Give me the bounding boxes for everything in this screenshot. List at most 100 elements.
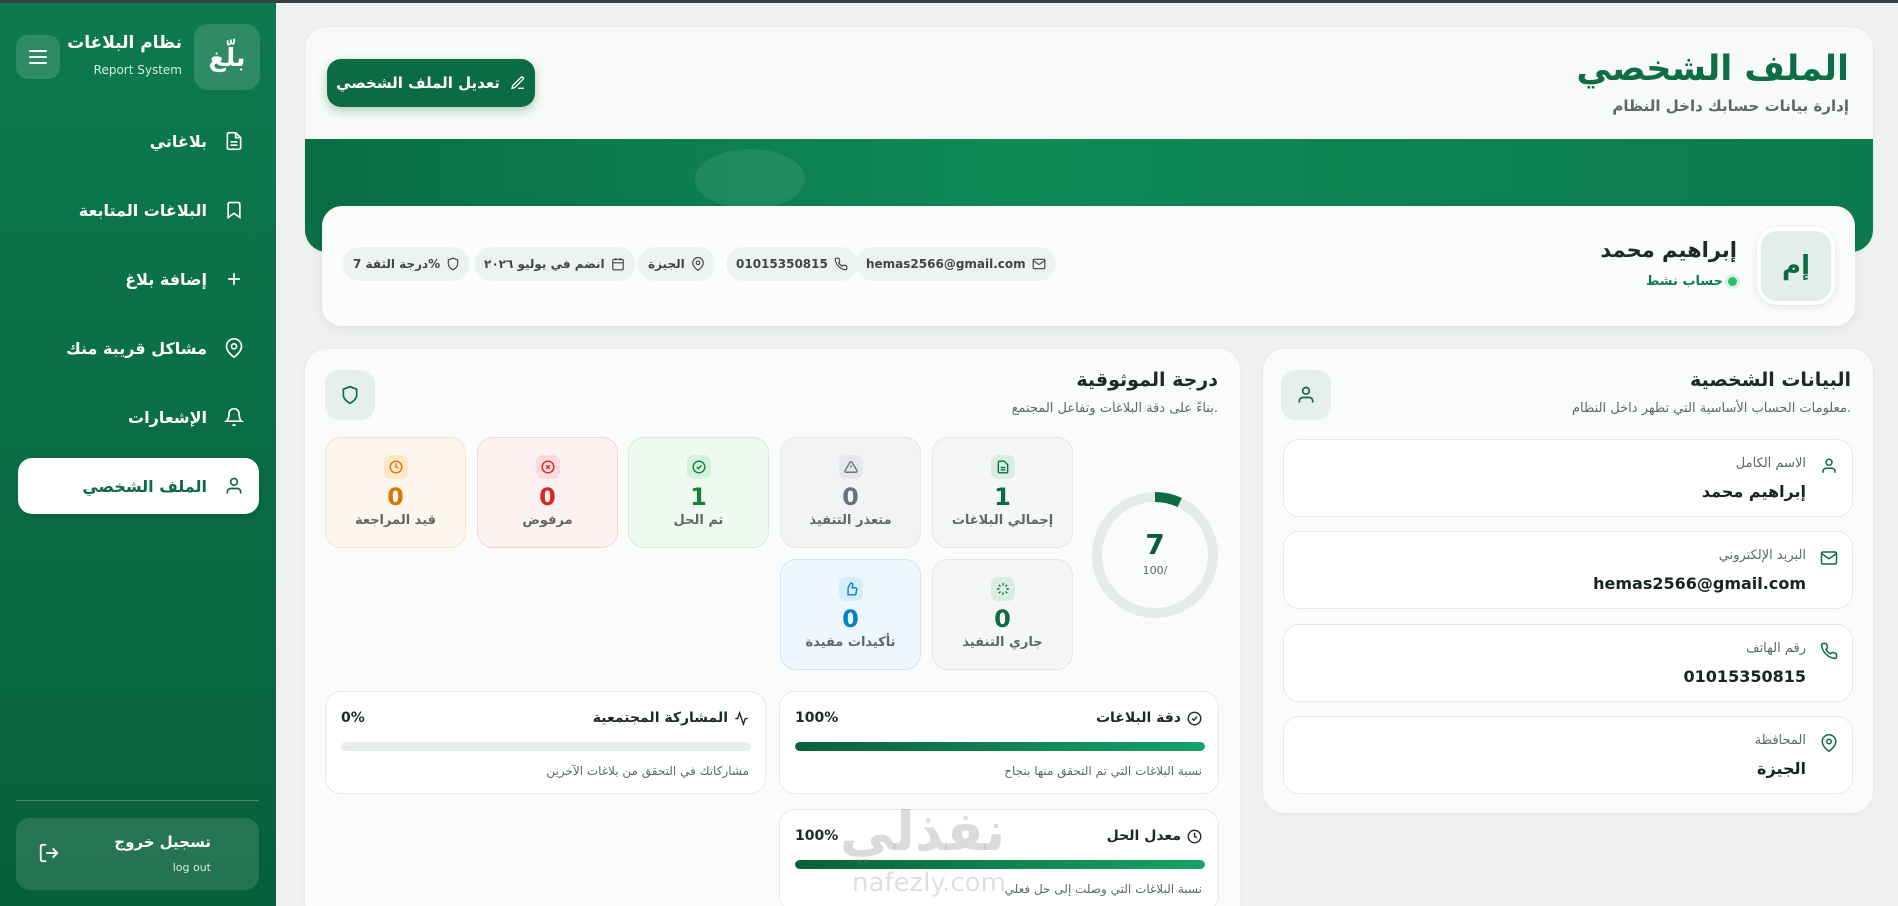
sidebar-item-label: مشاكل قريبة منك bbox=[66, 338, 207, 358]
stat-value: 1 bbox=[690, 483, 707, 511]
sidebar-item-nearby-problems[interactable]: مشاكل قريبة منك bbox=[18, 320, 259, 376]
x-circle-icon bbox=[535, 455, 560, 479]
trust-subtitle: بناءً على دقة البلاغات وتفاعل المجتمع. bbox=[1011, 401, 1218, 416]
check-circle-icon bbox=[1187, 711, 1202, 725]
governorate-field: المحافظة الجيزة bbox=[1283, 716, 1853, 794]
plus-icon bbox=[223, 268, 245, 290]
stat-value: 0 bbox=[387, 483, 404, 511]
app-subtitle: Report System bbox=[93, 63, 182, 77]
stat-under-review: 0 قيد المراجعة bbox=[325, 437, 466, 548]
stat-total-reports: 1 إجمالي البلاغات bbox=[932, 437, 1073, 548]
mail-icon bbox=[1032, 258, 1046, 270]
sidebar-divider bbox=[16, 800, 259, 801]
user-name: إبراهيم محمد bbox=[1600, 238, 1737, 262]
edit-profile-button[interactable]: تعديل الملف الشخصي bbox=[327, 59, 535, 107]
clock-icon bbox=[1187, 829, 1202, 843]
stat-label: مرفوض bbox=[522, 513, 573, 528]
stat-label: متعذر التنفيذ bbox=[809, 513, 892, 528]
sidebar-item-my-reports[interactable]: بلاغاتي bbox=[18, 113, 259, 169]
status-dot-icon bbox=[1728, 277, 1737, 286]
warning-icon bbox=[838, 455, 863, 479]
map-pin-icon bbox=[691, 257, 704, 271]
check-circle-icon bbox=[686, 455, 711, 479]
phone-field: رقم الهاتف 01015350815 bbox=[1283, 624, 1853, 702]
activity-icon bbox=[735, 710, 748, 726]
sidebar-item-label: بلاغاتي bbox=[149, 131, 207, 151]
user-icon bbox=[1281, 370, 1331, 420]
app-logo: بلّغ bbox=[194, 24, 260, 90]
profile-card: إم إبراهيم محمد حساب نشط hemas2566@gmail… bbox=[322, 206, 1855, 326]
menu-toggle-button[interactable] bbox=[16, 35, 60, 79]
location-chip-text: الجيزة bbox=[648, 257, 685, 271]
metric-progress-bar bbox=[341, 742, 751, 751]
shield-icon bbox=[325, 370, 375, 420]
trust-score-value: 7 bbox=[1145, 528, 1165, 561]
joined-chip-text: انضم في يوليو ٢٠٢٦ bbox=[484, 257, 605, 271]
sidebar-item-followed-reports[interactable]: البلاغات المتابعة bbox=[18, 182, 259, 238]
mail-icon bbox=[1820, 549, 1838, 571]
stat-resolved: 1 تم الحل bbox=[628, 437, 769, 548]
sidebar: بلّغ نظام البلاغات Report System بلاغاتي… bbox=[0, 3, 276, 906]
account-status: حساب نشط bbox=[1646, 274, 1737, 289]
stat-value: 0 bbox=[842, 483, 859, 511]
field-label: رقم الهاتف bbox=[1746, 641, 1806, 656]
file-icon bbox=[223, 130, 245, 152]
hamburger-icon bbox=[29, 50, 47, 64]
app-title: نظام البلاغات bbox=[67, 33, 182, 53]
trust-chip: درجة الثقة 7% bbox=[343, 247, 471, 281]
field-value: الجيزة bbox=[1757, 759, 1806, 778]
field-label: المحافظة bbox=[1754, 733, 1806, 748]
field-value: hemas2566@gmail.com bbox=[1593, 574, 1806, 593]
stat-in-progress: 0 جاري التنفيذ bbox=[932, 559, 1073, 670]
phone-icon bbox=[1820, 642, 1838, 664]
stat-label: تم الحل bbox=[673, 513, 724, 528]
logout-icon bbox=[38, 842, 60, 868]
logout-label: تسجيل خروج bbox=[114, 833, 211, 851]
metric-description: نسبة البلاغات التي وصلت إلى حل فعلي bbox=[1004, 882, 1202, 896]
bookmark-icon bbox=[223, 199, 245, 221]
field-label: البريد الإلكتروني bbox=[1718, 548, 1806, 563]
phone-icon bbox=[834, 257, 848, 271]
metric-description: مشاركاتك في التحقق من بلاغات الآخرين bbox=[546, 764, 749, 778]
file-icon bbox=[990, 455, 1015, 479]
map-pin-icon bbox=[223, 337, 245, 359]
location-chip: الجيزة bbox=[638, 247, 715, 281]
watermark-url: nafezly.com bbox=[852, 868, 1006, 898]
phone-chip-text: 01015350815 bbox=[736, 257, 828, 271]
personal-info-card: البيانات الشخصية معلومات الحساب الأساسية… bbox=[1263, 349, 1873, 813]
stat-not-feasible: 0 متعذر التنفيذ bbox=[780, 437, 921, 548]
thumbs-up-icon bbox=[838, 577, 863, 601]
email-chip-text: hemas2566@gmail.com bbox=[866, 257, 1026, 271]
bell-icon bbox=[223, 406, 245, 428]
stat-label: قيد المراجعة bbox=[354, 513, 437, 528]
logout-sublabel: log out bbox=[172, 861, 211, 874]
field-value: 01015350815 bbox=[1683, 667, 1806, 686]
sidebar-item-add-report[interactable]: إضافة بلاغ bbox=[18, 251, 259, 307]
trust-title: درجة الموثوقية bbox=[1076, 369, 1218, 391]
sidebar-item-profile[interactable]: الملف الشخصي bbox=[18, 458, 259, 514]
user-icon bbox=[223, 475, 245, 497]
calendar-icon bbox=[611, 258, 624, 271]
metric-progress-bar bbox=[795, 742, 1205, 751]
page-title: الملف الشخصي bbox=[1576, 49, 1849, 89]
metric-percent: 100% bbox=[795, 828, 839, 844]
top-border bbox=[0, 0, 1898, 3]
personal-info-subtitle: معلومات الحساب الأساسية التي تظهر داخل ا… bbox=[1571, 401, 1851, 416]
logout-button[interactable]: تسجيل خروج log out bbox=[16, 818, 259, 890]
sidebar-item-notifications[interactable]: الإشعارات bbox=[18, 389, 259, 445]
email-chip: hemas2566@gmail.com bbox=[856, 247, 1056, 281]
stat-value: 0 bbox=[842, 605, 859, 633]
loader-icon bbox=[990, 577, 1015, 601]
stat-label: جاري التنفيذ bbox=[962, 635, 1043, 650]
edit-profile-label: تعديل الملف الشخصي bbox=[336, 74, 500, 92]
metric-title: دقة البلاغات bbox=[1095, 710, 1181, 726]
page-subtitle: إدارة بيانات حسابك داخل النظام bbox=[1612, 97, 1849, 115]
trust-score-max: 100/ bbox=[1142, 564, 1168, 577]
sidebar-item-label: الملف الشخصي bbox=[82, 476, 207, 496]
metric-percent: 100% bbox=[795, 710, 839, 726]
field-label: الاسم الكامل bbox=[1735, 456, 1806, 471]
status-label: حساب نشط bbox=[1645, 274, 1723, 289]
watermark-logo: نفذلي bbox=[840, 800, 1006, 863]
metric-percent: 0% bbox=[341, 710, 365, 726]
metric-community: المشاركة المجتمعية 0% مشاركاتك في التحقق… bbox=[325, 691, 766, 794]
